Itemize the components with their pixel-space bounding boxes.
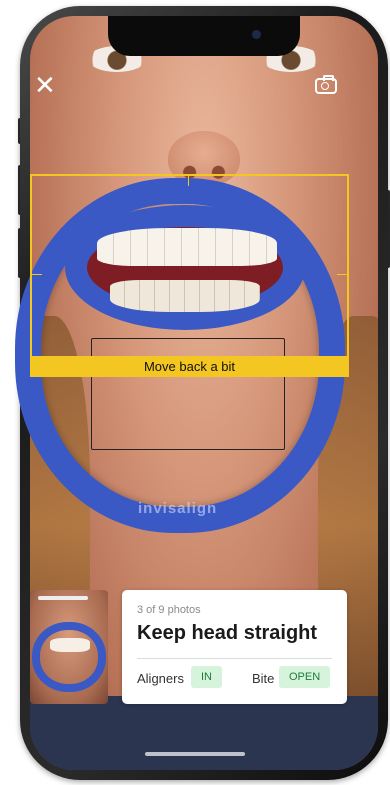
reference-thumbnail[interactable] [30, 590, 108, 704]
instruction-card: 3 of 9 photos Keep head straight Aligner… [122, 590, 347, 704]
notch [108, 16, 300, 56]
aligners-label: Aligners [137, 671, 184, 686]
instruction-banner: Move back a bit [30, 356, 349, 377]
guide-tick-right [337, 274, 349, 275]
guide-tick-top [188, 174, 189, 186]
close-button[interactable]: ✕ [34, 72, 56, 98]
card-divider [137, 658, 332, 659]
thumbnail-progress-bar [38, 596, 88, 600]
thumbnail-teeth [50, 638, 90, 652]
guide-tick-left [30, 274, 42, 275]
shirt [30, 696, 378, 770]
photo-counter: 3 of 9 photos [137, 604, 201, 616]
camera-switch-icon[interactable] [315, 75, 337, 94]
brand-watermark: invisalign [138, 500, 218, 517]
instruction-title: Keep head straight [137, 622, 318, 644]
home-indicator[interactable] [145, 752, 245, 756]
close-icon[interactable]: ✕ [34, 70, 56, 100]
thumbnail-retractor [32, 622, 106, 692]
bite-status-badge: OPEN [279, 666, 331, 688]
bite-label: Bite [252, 671, 275, 686]
page: ✕ Move back a bit invisalign 3 of 9 phot… [0, 0, 390, 785]
chin-guide-box [91, 338, 285, 450]
front-camera [252, 30, 261, 39]
aligners-status-badge: IN [191, 666, 222, 688]
